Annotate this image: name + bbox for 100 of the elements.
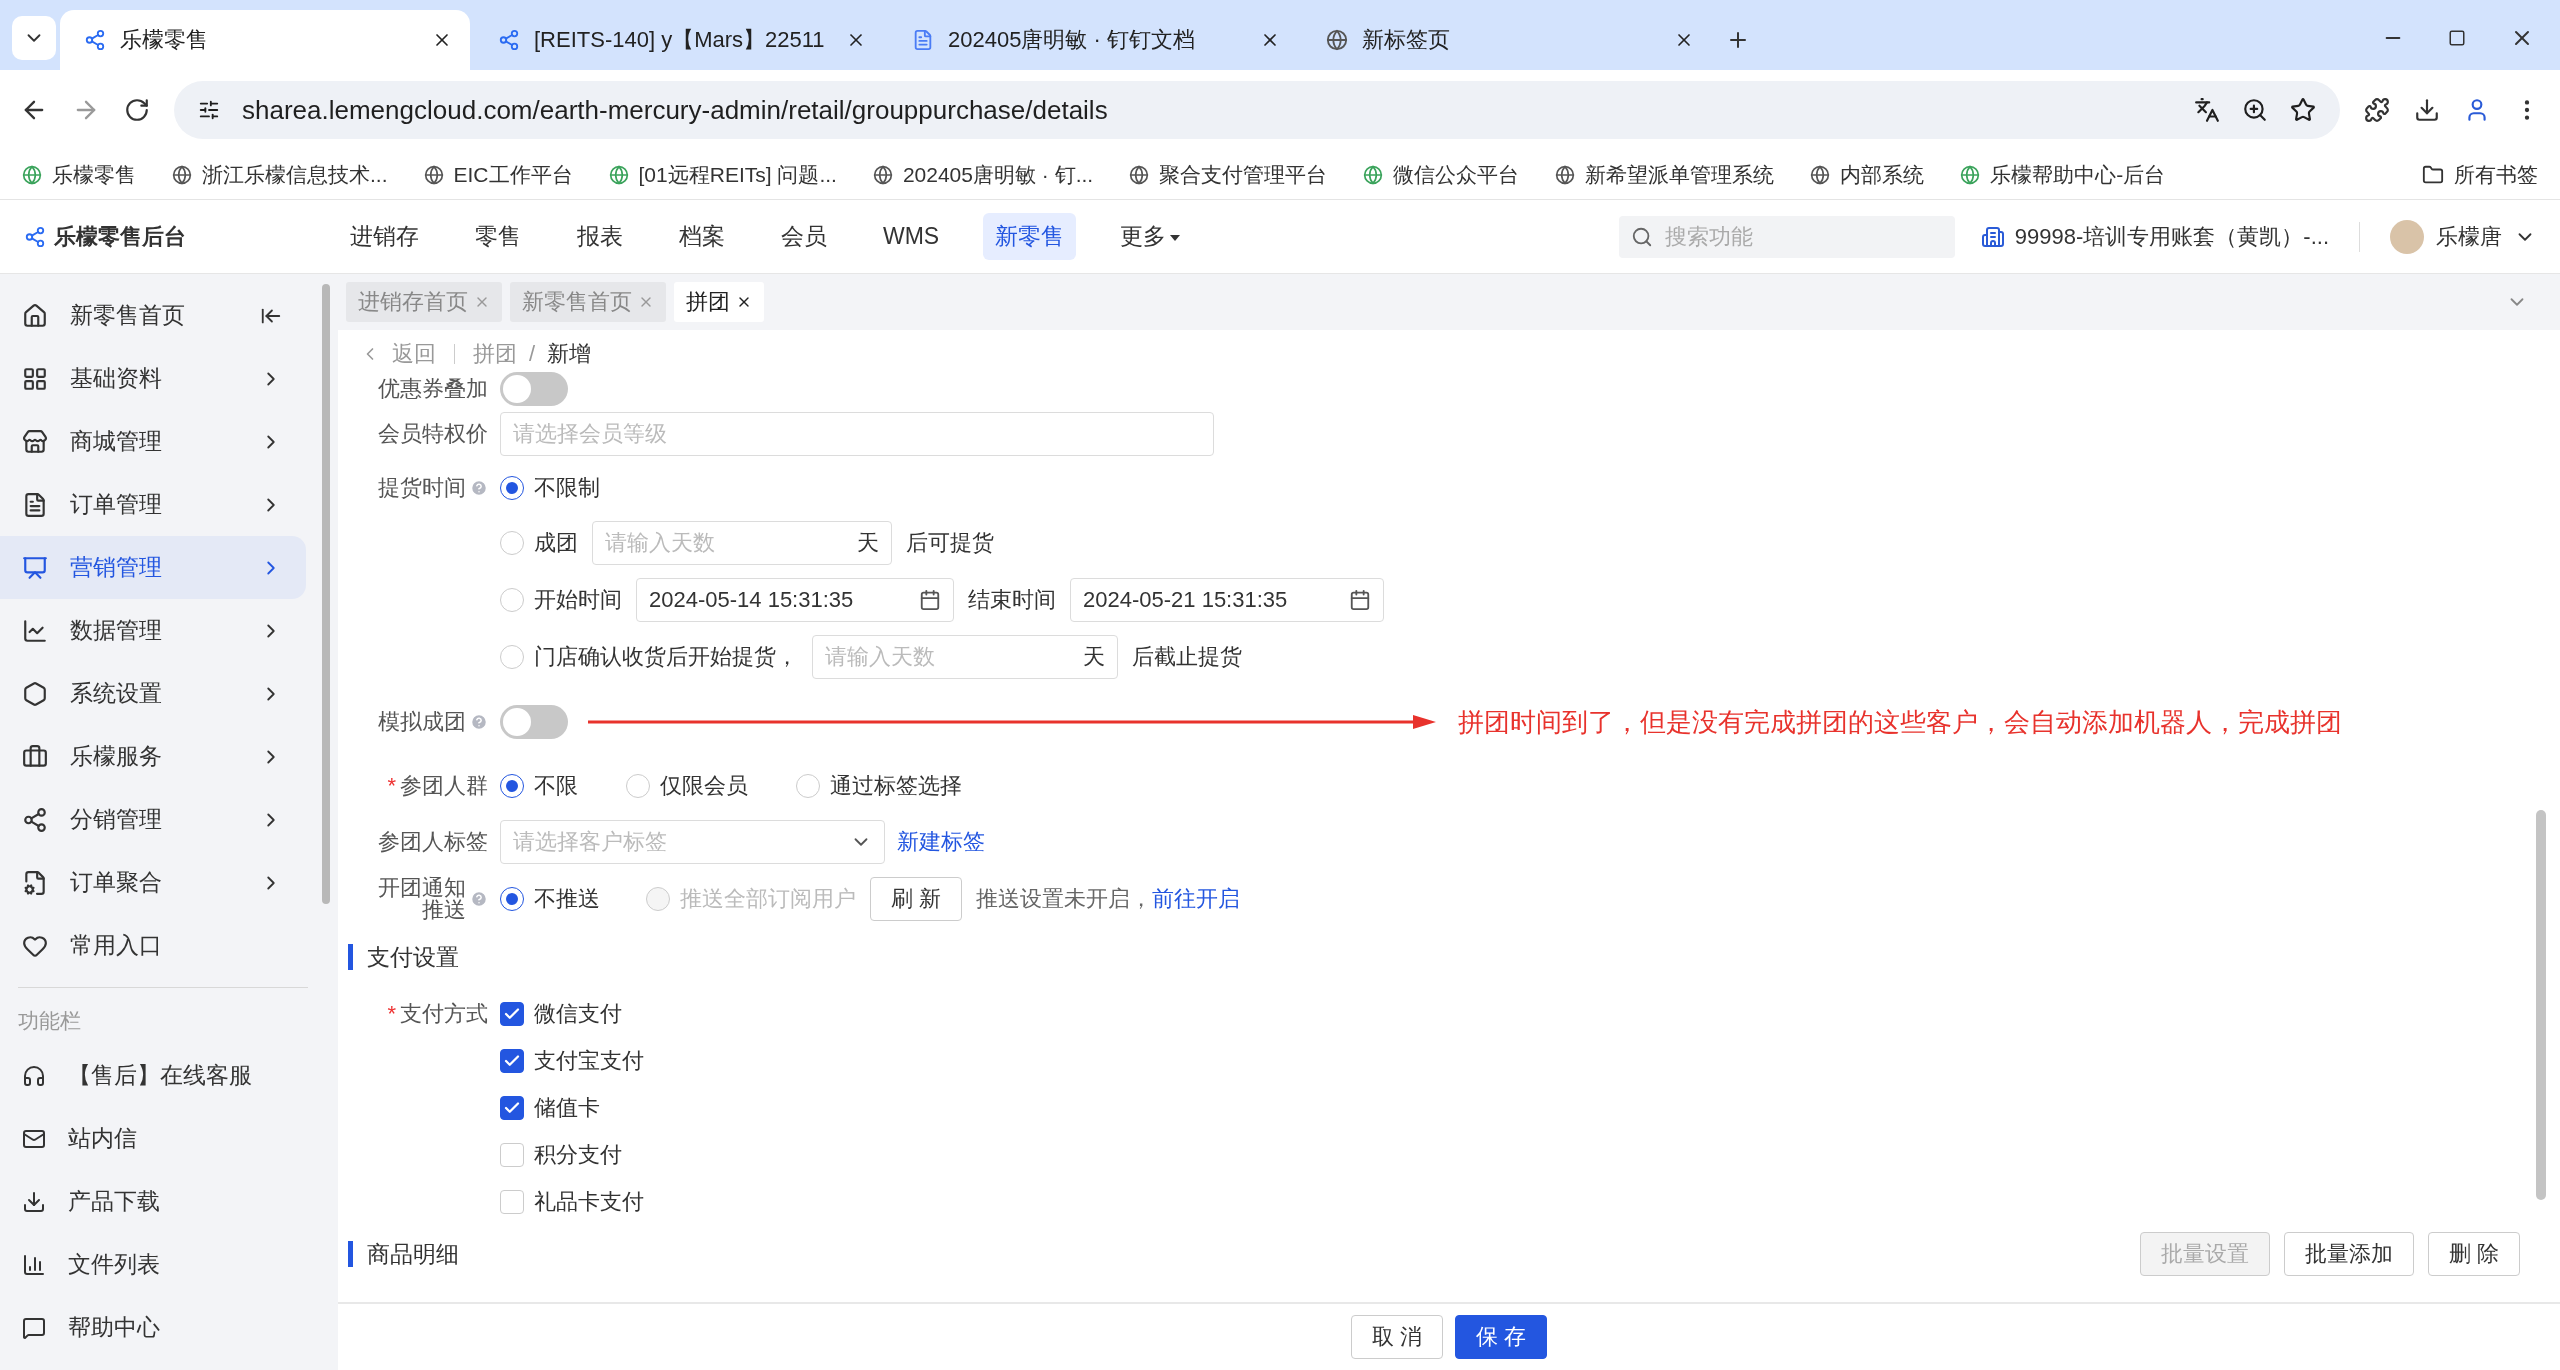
user-menu[interactable]: 乐檬唐 [2390,219,2536,254]
browser-tab[interactable]: 202405唐明敏 · 钉钉文档 [888,10,1298,70]
bookmark[interactable]: 乐檬零售 [22,160,136,189]
refresh-button[interactable]: 刷 新 [870,877,963,921]
sidebar-item[interactable]: 数据管理 [0,599,306,662]
more-menu[interactable]: 更多 [1108,213,1193,260]
radio-option[interactable]: 通过标签选择 [796,771,962,801]
days-field[interactable]: 请输入天数 天 [812,635,1118,679]
download-icon[interactable] [2414,97,2440,123]
field-label: 优惠券叠加 [378,378,488,400]
sidebar-item[interactable]: 订单管理 [0,473,306,536]
briefcase-icon [22,743,48,770]
sidebar-item[interactable]: 站内信 [0,1107,306,1170]
section-title: 支付设置 [367,942,459,972]
new-tag-link[interactable]: 新建标签 [897,829,985,854]
bookmark[interactable]: [01远程REITs] 问题... [608,160,837,189]
sidebar-item[interactable]: 基础资料 [0,347,306,410]
save-button[interactable]: 保 存 [1455,1315,1548,1359]
checkbox-option[interactable]: 积分支付 [500,1139,622,1170]
toggle-switch[interactable] [500,705,568,739]
bookmark[interactable]: 202405唐明敏 · 钉... [872,160,1094,189]
nav-item[interactable]: 档案 [667,213,737,260]
translate-icon[interactable] [2194,97,2220,123]
sidebar-item[interactable]: 订单聚合 [0,851,306,914]
sidebar-item[interactable]: 分销管理 [0,788,306,851]
nav-item[interactable]: 会员 [769,213,839,260]
action-button[interactable]: 删 除 [2427,1232,2520,1276]
browser-tab[interactable]: [REITS-140] y【Mars】22511 [474,10,884,70]
sidebar-item[interactable]: 【售后】在线客服 [0,1044,306,1107]
radio-button[interactable] [500,887,524,911]
file-settings-icon [22,869,48,896]
sidebar-item[interactable]: 产品下载 [0,1170,306,1233]
restore-icon[interactable] [2448,29,2466,47]
radio-button[interactable] [500,774,524,798]
nav-item[interactable]: 新零售 [983,213,1077,260]
nav-item[interactable]: 零售 [463,213,533,260]
cancel-button[interactable]: 取 消 [1350,1315,1443,1359]
site-icon [172,164,192,185]
site-icon [1363,164,1384,185]
radio-option[interactable]: 门店确认收货后开始提货， [500,642,798,672]
sidebar-item[interactable]: 帮助中心 [0,1296,306,1359]
bookmark[interactable]: 聚合支付管理平台 [1129,160,1328,189]
sidebar-item[interactable]: 系统设置 [0,662,306,725]
checkbox[interactable] [500,1001,524,1026]
toggle-switch[interactable] [500,372,568,406]
nav-item[interactable]: 报表 [565,213,635,260]
checkbox-option[interactable]: 微信支付 [500,998,622,1029]
days-field[interactable]: 请输入天数 天 [592,521,892,565]
zoom-icon[interactable] [2242,97,2268,123]
site-icon [1129,164,1150,185]
bookmark[interactable]: 乐檬帮助中心-后台 [1960,160,2166,189]
bookmark[interactable]: 内部系统 [1810,160,1925,189]
site-settings-icon[interactable] [198,99,220,121]
scrollbar[interactable] [2536,810,2546,1200]
date-field[interactable]: 2024-05-21 15:31:35 [1070,578,1384,622]
checkbox-option[interactable]: 礼品卡支付 [500,1186,644,1217]
enable-link[interactable]: 前往开启 [1152,884,1241,914]
site-icon [1555,164,1576,185]
address-bar[interactable]: sharea.lemengcloud.com/earth-mercury-admin/retail/grouppurchase/details [174,81,2340,139]
sidebar-item[interactable]: 新零售首页 [0,284,306,347]
sidebar-item[interactable]: 营销管理 [0,536,306,599]
bookmark[interactable]: 浙江乐檬信息技术... [172,160,388,189]
radio-option[interactable]: 仅限会员 [626,771,748,801]
nav-item[interactable]: 进销存 [338,213,431,260]
nav-item[interactable]: WMS [871,215,952,258]
scrollbar[interactable] [322,284,330,904]
date-field[interactable]: 2024-05-14 15:31:35 [636,578,954,622]
radio-option[interactable]: 不限制 [500,473,600,503]
reload-icon[interactable] [124,97,150,123]
field-label: 参团人群 [400,775,488,797]
breadcrumb-separator: / [529,341,536,367]
sidebar-item[interactable]: 乐檬服务 [0,725,306,788]
bookmark[interactable]: 新希望派单管理系统 [1555,160,1775,189]
radio-option[interactable]: 成团 [500,528,578,558]
house-icon [22,302,48,329]
radio-option[interactable]: 不推送 [500,884,600,914]
checkbox[interactable] [500,1095,524,1120]
sidebar-item[interactable]: 商城管理 [0,410,306,473]
star-icon[interactable] [2290,97,2316,123]
field-label: 模拟成团 [378,711,466,733]
page-tab[interactable]: 拼团 [674,282,764,322]
bookmark-folder[interactable]: 所有书签 [2422,160,2538,189]
sidebar-item[interactable]: 文件列表 [0,1233,306,1296]
building-icon [1980,224,2005,249]
breadcrumb-current: 新增 [547,340,592,368]
radio-option[interactable]: 开始时间 [500,585,622,615]
extensions-icon[interactable] [2364,97,2390,123]
browser-tab[interactable]: 乐檬零售 [60,10,470,70]
browser-tab[interactable]: 新标签页 [1302,10,1712,70]
bookmark[interactable]: EIC工作平台 [423,160,573,189]
checkbox-option[interactable]: 支付宝支付 [500,1045,644,1076]
checkbox[interactable] [500,1048,524,1073]
bookmark[interactable]: 微信公众平台 [1363,160,1520,189]
action-button[interactable]: 批量添加 [2283,1232,2414,1276]
checkbox-option[interactable]: 储值卡 [500,1092,600,1123]
account-switcher[interactable]: 99998-培训专用账套（黄凯）-... [1980,221,2360,252]
radio-button[interactable] [500,476,524,500]
site-icon [608,164,629,185]
sidebar-item[interactable]: 常用入口 [0,914,306,977]
radio-option[interactable]: 不限 [500,771,578,801]
